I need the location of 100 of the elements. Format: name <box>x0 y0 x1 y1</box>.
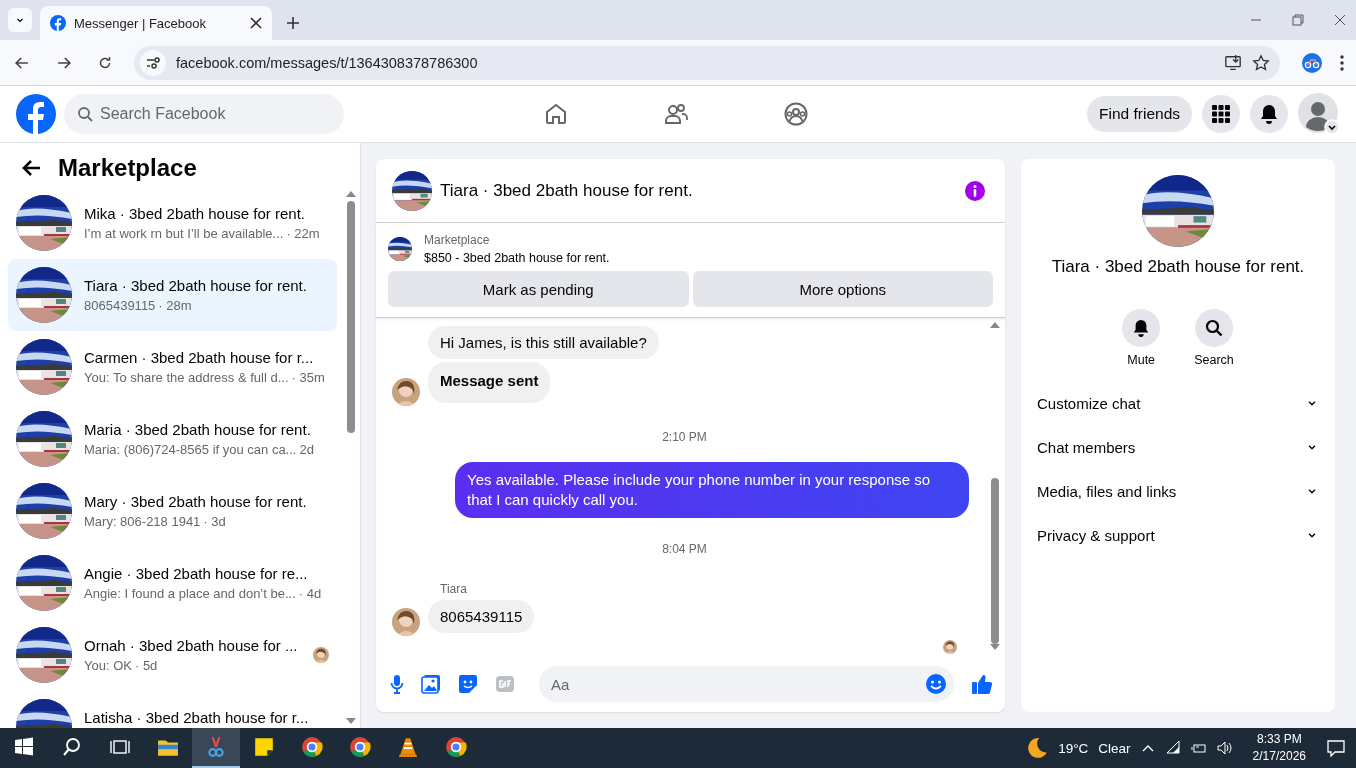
search-icon[interactable] <box>62 737 82 757</box>
conversation-title: Ornah · 3bed 2bath house for ... <box>84 637 299 654</box>
message-bubble: 8065439115 <box>428 600 535 633</box>
section-header[interactable]: Customize chat <box>1037 381 1319 425</box>
install-icon[interactable] <box>1224 53 1242 72</box>
temperature: 19°C <box>1058 740 1089 756</box>
action-label: Search <box>1194 353 1234 367</box>
message-time: · 28m <box>158 298 192 313</box>
microphone-icon[interactable] <box>390 674 404 694</box>
bell-icon <box>1132 319 1151 337</box>
message-time: · 35m <box>291 370 325 385</box>
message-bubble: Yes available. Please include your phone number in your response so that I can quickly call you. <box>455 462 969 518</box>
sticker-icon[interactable] <box>458 674 478 694</box>
conversation-item[interactable]: Carmen · 3bed 2bath house for r... You: To share the address & full d... · 35m <box>8 331 337 403</box>
bell-icon <box>1259 104 1279 124</box>
listing-action-button[interactable]: More options <box>692 271 993 307</box>
message-preview: I’m at work rn but I’ll be available... <box>84 226 284 241</box>
message-time: · 4d <box>298 586 322 601</box>
search-icon <box>1205 319 1223 337</box>
conversation-title: Tiara · 3bed 2bath house for rent. <box>84 277 308 294</box>
scrollbar-thumb[interactable] <box>347 201 355 433</box>
message-time: 2d <box>299 442 314 457</box>
listing-action-button[interactable]: Mark as pending <box>388 271 689 307</box>
message-bubble: Message sent <box>428 362 551 403</box>
friends-icon[interactable] <box>664 102 688 126</box>
message-time: · 5d <box>134 658 158 673</box>
conversation-title: Mika · 3bed 2bath house for rent. <box>84 205 306 222</box>
chrome-icon <box>445 736 467 758</box>
volume-icon[interactable] <box>1216 740 1233 756</box>
emoji-icon[interactable] <box>926 674 946 694</box>
profile-avatar[interactable] <box>1298 93 1340 135</box>
groups-icon[interactable] <box>784 102 808 126</box>
conversation-title: Angie · 3bed 2bath house for re... <box>84 565 309 582</box>
close-icon[interactable] <box>250 17 262 29</box>
image-icon[interactable] <box>421 674 441 694</box>
scroll-down-icon[interactable] <box>346 718 356 724</box>
notification-icon[interactable] <box>1326 738 1346 758</box>
close-icon[interactable] <box>1334 14 1346 26</box>
section-header[interactable]: Media, files and links <box>1037 469 1319 513</box>
message-field[interactable]: Aa <box>539 666 954 702</box>
conversation-item[interactable]: Tiara · 3bed 2bath house for rent. 8065439115 · 28m <box>8 259 337 331</box>
windows-start-icon[interactable] <box>14 737 34 757</box>
mute-button[interactable] <box>1122 309 1161 347</box>
conversation-item[interactable]: Mika · 3bed 2bath house for rent. I’m at work rn but I’ll be available... · 22m <box>8 187 337 259</box>
profile-avatar-icon[interactable] <box>1302 52 1322 73</box>
message-bubble: Hi James, is this still available? <box>428 326 659 359</box>
panel-title: Marketplace <box>58 154 197 182</box>
message-preview: Mary: 806-218 1941 <box>84 514 201 529</box>
menu-icon[interactable] <box>1340 54 1344 71</box>
search-field[interactable]: Search Facebook <box>64 94 344 134</box>
search-button[interactable] <box>1195 309 1233 347</box>
listing-title: $850 - 3bed 2bath house for rent. <box>424 251 610 265</box>
action-label: Mute <box>1127 353 1156 367</box>
chrome-icon <box>301 736 323 758</box>
message-preview: You: OK <box>84 658 132 673</box>
facebook-logo-icon[interactable] <box>16 94 56 134</box>
traffic-cone-icon <box>397 736 419 758</box>
message-preview: Angie: I found a place and don’t be... <box>84 586 296 601</box>
scrollbar-thumb[interactable] <box>991 478 999 644</box>
new-tab-icon[interactable] <box>286 16 300 30</box>
clock-date: 2/17/2026 <box>1252 748 1306 765</box>
seen-avatar <box>943 640 957 654</box>
conversation-item[interactable]: Ornah · 3bed 2bath house for ... You: OK · 5d <box>8 619 337 691</box>
restore-icon[interactable] <box>1292 14 1304 26</box>
chat-title: Tiara · 3bed 2bath house for rent. <box>440 180 694 201</box>
clock-time: 8:33 PM <box>1256 731 1302 748</box>
task-view-icon[interactable] <box>110 737 130 757</box>
menu-button[interactable] <box>1202 95 1240 133</box>
like-icon[interactable] <box>971 673 993 695</box>
conversation-item[interactable]: Mary · 3bed 2bath house for rent. Mary: 806-218 1941 · 3d <box>8 475 337 547</box>
info-icon[interactable] <box>965 180 985 201</box>
contact-name: Tiara · 3bed 2bath house for rent. <box>1051 257 1305 277</box>
taskbar-app[interactable] <box>192 728 240 768</box>
message-preview: 8065439115 <box>84 298 156 313</box>
facebook-logo-icon <box>50 15 66 31</box>
home-icon[interactable] <box>544 102 568 126</box>
timestamp: 8:04 PM <box>662 542 707 556</box>
listing-label: Marketplace <box>424 233 491 247</box>
conversation-title: Maria · 3bed 2bath house for rent. <box>84 421 312 438</box>
conversation-item[interactable]: Angie · 3bed 2bath house for re... Angie: I found a place and don’t be... · 4d <box>8 547 337 619</box>
moon-icon <box>1026 737 1049 759</box>
site-settings-icon[interactable] <box>145 54 161 71</box>
sticky-note-icon <box>253 736 275 758</box>
find-friends-button[interactable]: Find friends <box>1087 96 1192 132</box>
tab-title: Messenger | Facebook <box>74 15 207 31</box>
browser-tab[interactable]: Messenger | Facebook <box>40 6 272 40</box>
conversation-item[interactable]: Maria · 3bed 2bath house for rent. Maria: (806)724-8565 if you can ca... 2d <box>8 403 337 475</box>
section-header[interactable]: Chat members <box>1037 425 1319 469</box>
back-arrow-icon[interactable] <box>22 158 42 178</box>
timestamp: 2:10 PM <box>662 430 707 444</box>
section-header[interactable]: Privacy & support <box>1037 513 1319 557</box>
scroll-up-icon[interactable] <box>346 191 356 197</box>
star-icon[interactable] <box>1252 53 1270 72</box>
scroll-up-icon[interactable] <box>990 322 1000 328</box>
message-time: · 3d <box>203 514 226 529</box>
conversation-title: Mary · 3bed 2bath house for rent. <box>84 493 308 510</box>
message-preview: Maria: (806)724-8565 if you can ca... <box>84 442 297 457</box>
address-bar[interactable]: facebook.com/messages/t/1364308378786300 <box>134 45 1280 80</box>
chrome-icon <box>349 736 371 758</box>
notifications-button[interactable] <box>1250 95 1288 133</box>
